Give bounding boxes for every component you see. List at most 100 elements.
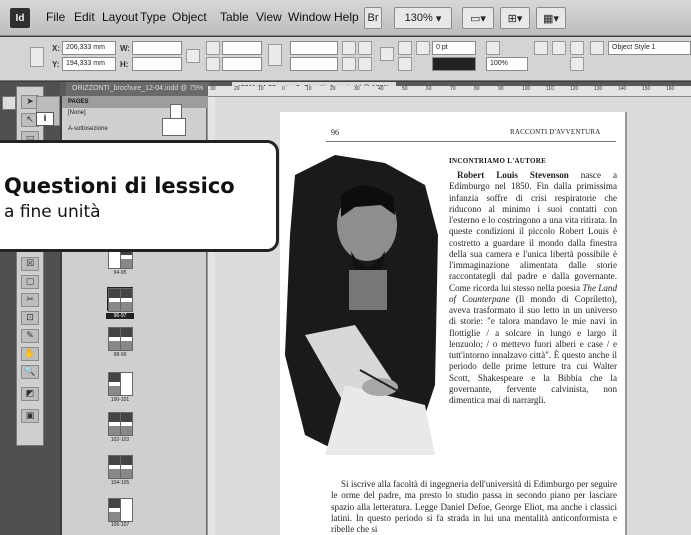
scale-x-field[interactable]: [222, 41, 262, 55]
bridge-button[interactable]: Br: [364, 7, 382, 29]
select-container-icon[interactable]: [380, 47, 394, 61]
ruler-tick: 20: [330, 86, 336, 92]
x-field[interactable]: 206,333 mm: [62, 41, 116, 55]
ruler-tick: 50: [402, 86, 408, 92]
ruler-tick: 130: [594, 86, 603, 92]
ruler-tick: 150: [642, 86, 651, 92]
rectangle-tool-icon[interactable]: ▢: [21, 275, 39, 289]
view-options-button[interactable]: ⊞▾: [500, 7, 530, 29]
menu-edit[interactable]: Edit: [74, 10, 95, 24]
spread-104-105[interactable]: [108, 455, 133, 479]
spread-106-107[interactable]: [108, 498, 133, 522]
ruler-tick: 100: [522, 86, 531, 92]
spread-label: 106-107: [110, 522, 130, 528]
scissors-tool-icon[interactable]: ✂: [21, 293, 39, 307]
reference-point-icon[interactable]: [30, 47, 44, 67]
ruler-tick: 20: [234, 86, 240, 92]
shear-field[interactable]: [290, 57, 338, 71]
spread-label: 98-99: [113, 352, 127, 358]
scale-y-field[interactable]: [222, 57, 262, 71]
free-transform-tool-icon[interactable]: ⊡: [21, 311, 39, 325]
master-a-label[interactable]: A-sottosezione: [68, 126, 108, 132]
normal-view-icon[interactable]: ▣: [21, 409, 39, 423]
menu-type[interactable]: Type: [140, 10, 166, 24]
tab-orizzonti-brochure[interactable]: ORIZZONTI_brochure_12-04.indd @ 75%: [66, 82, 210, 96]
flip-horizontal-icon[interactable]: [342, 57, 356, 71]
none-master-label[interactable]: [None]: [68, 110, 86, 116]
rotate-ccw-icon[interactable]: [358, 41, 372, 55]
text-wrap-around-icon[interactable]: [570, 57, 584, 71]
object-style-select[interactable]: Object Style 1: [608, 41, 691, 55]
ruler-tick: 40: [378, 86, 384, 92]
y-field[interactable]: 194,333 mm: [62, 57, 116, 71]
flip-vertical-icon[interactable]: [358, 57, 372, 71]
ruler-tick: 10: [306, 86, 312, 92]
menu-help[interactable]: Help: [334, 10, 359, 24]
hand-tool-icon[interactable]: ✋: [21, 347, 39, 361]
constrain-scale-icon[interactable]: [268, 44, 282, 66]
spread-102-103[interactable]: [108, 412, 133, 436]
text-wrap-icon[interactable]: [570, 41, 584, 55]
body-part-2: (Il mondo di Copriletto), aveva trasform…: [449, 293, 617, 405]
ruler-tick: 140: [618, 86, 627, 92]
x-label: X:: [52, 44, 60, 53]
stroke-weight-field[interactable]: 0 pt: [432, 41, 476, 55]
screen-mode-button[interactable]: ▭▾: [462, 7, 494, 29]
spread-label: 102-103: [110, 437, 130, 443]
ruler-tick: 90: [498, 86, 504, 92]
constrain-proportions-icon[interactable]: [186, 49, 200, 63]
y-label: Y:: [52, 60, 60, 69]
zoom-level-select[interactable]: 130% ▾: [394, 7, 452, 29]
h-field[interactable]: [132, 57, 182, 71]
rectangle-frame-tool-icon[interactable]: ☒: [21, 257, 39, 271]
ruler-tick: 80: [474, 86, 480, 92]
ruler-tick: 60: [426, 86, 432, 92]
drop-shadow-icon[interactable]: [552, 41, 566, 55]
stroke-swatch-icon[interactable]: [398, 57, 412, 71]
pages-panel-header: PAGES: [62, 96, 207, 108]
callout-title: Questioni di lessico: [4, 174, 235, 198]
ruler-tick: 110: [546, 86, 554, 92]
biography-paragraph: Si iscrive alla facoltà di ingegneria de…: [331, 479, 617, 534]
biography-text: Robert Louis Stevenson nasce a Edimburgo…: [449, 170, 617, 406]
author-portrait[interactable]: [285, 155, 438, 468]
menu-view[interactable]: View: [256, 10, 282, 24]
opacity-field[interactable]: 100%: [486, 57, 528, 71]
spread-label-selected: 96-97: [106, 313, 134, 319]
fill-stroke-icon[interactable]: ◩: [21, 387, 39, 401]
h-label: H:: [120, 60, 129, 69]
menu-object[interactable]: Object: [172, 10, 207, 24]
effects-icon[interactable]: [486, 41, 500, 55]
ruler-tick: 0: [282, 86, 285, 92]
spread-96-97[interactable]: [107, 287, 133, 312]
spread-98-99[interactable]: [108, 327, 133, 351]
menu-file[interactable]: File: [46, 10, 65, 24]
spread-label: 94-95: [113, 270, 127, 276]
ruler-tick: 30: [354, 86, 360, 92]
fill-swatch-icon[interactable]: [398, 41, 412, 55]
w-field[interactable]: [132, 41, 182, 55]
ruler-tick: 70: [450, 86, 456, 92]
eyedropper-tool-icon[interactable]: ✎: [21, 329, 39, 343]
stroke-type-select[interactable]: [432, 57, 476, 71]
spread-label: 104-105: [110, 480, 130, 486]
panel-toggle-icon[interactable]: [2, 96, 16, 110]
rotate-cw-icon[interactable]: [342, 41, 356, 55]
ruler-tick: 10: [258, 86, 264, 92]
ruler-tick: 120: [570, 86, 579, 92]
scale-x-icon: [206, 41, 220, 55]
master-a-thumb[interactable]: [162, 118, 186, 136]
menu-layout[interactable]: Layout: [102, 10, 138, 24]
ruler-tick: 30: [210, 86, 216, 92]
object-style-icon: [590, 41, 604, 55]
arrange-documents-button[interactable]: ▦▾: [536, 7, 566, 29]
ruler-tick: 160: [666, 86, 675, 92]
menu-table[interactable]: Table: [220, 10, 249, 24]
rotation-field[interactable]: [290, 41, 338, 55]
menu-window[interactable]: Window: [288, 10, 331, 24]
spread-100-101[interactable]: [108, 372, 133, 396]
spread-label: 100-101: [110, 397, 130, 403]
fx-icon[interactable]: [534, 41, 548, 55]
info-icon[interactable]: i: [36, 112, 54, 126]
zoom-tool-icon[interactable]: 🔍: [21, 365, 39, 379]
